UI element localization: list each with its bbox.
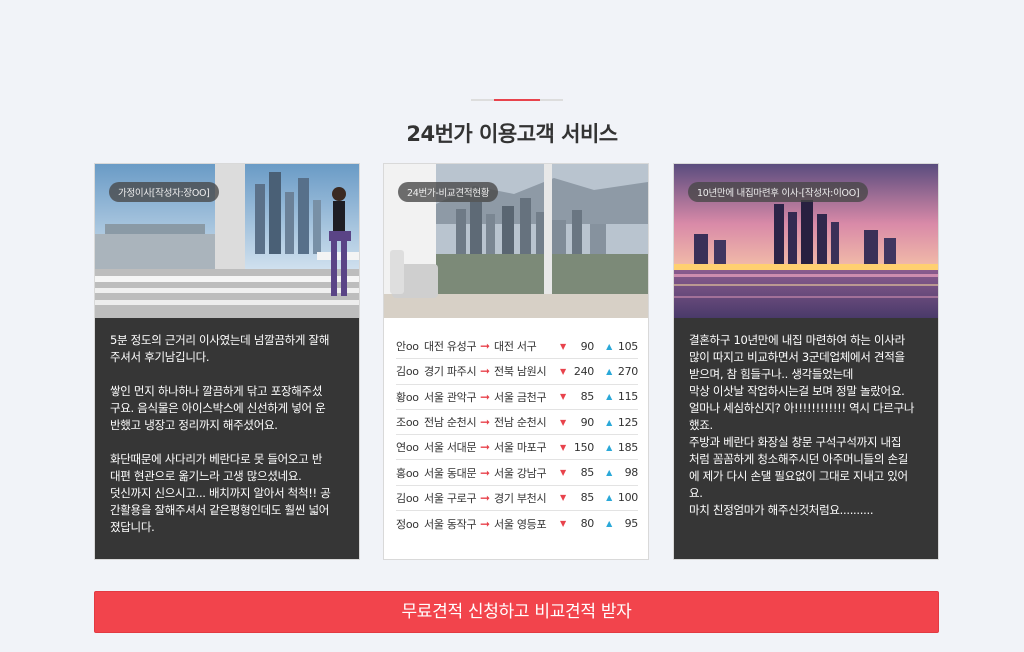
high-quote: 98 [624,466,639,480]
red-right-arrow-icon: ➞ [480,440,490,455]
high-quote: 125 [617,415,638,429]
title-divider [471,99,563,101]
red-down-triangle-icon: ▼ [560,519,566,529]
blue-up-triangle-icon: ▲ [606,341,612,351]
red-right-arrow-icon: ➞ [480,389,490,404]
from-location: 서울 관악구 [424,390,477,404]
table-row: 홍oo 서울 동대문 ➞ 서울 강남구 ▼ 85 ▲ 98 [396,460,639,486]
red-right-arrow-icon: ➞ [480,339,490,354]
table-row: 정oo 서울 동작구 ➞ 서울 영등포 ▼ 80 ▲ 95 [396,511,638,536]
low-quote: 80 [580,517,595,531]
to-location: 대전 서구 [494,340,537,354]
red-right-arrow-icon: ➞ [480,415,490,430]
card-tag: 24번가-비교견적현황 [398,182,499,202]
table-row: 황oo 서울 관악구 ➞ 서울 금천구 ▼ 85 ▲ 115 [396,385,638,410]
card-photo-2: 24번가-비교견적현황 [384,164,648,318]
free-quote-button[interactable]: 무료견적 신청하고 비교견적 받자 [94,591,939,633]
high-quote: 105 [617,339,638,353]
red-down-triangle-icon: ▼ [560,417,566,427]
from-location: 서울 동대문 [424,466,477,480]
review-card-1: 가정이사[작성자:장OO] 5분 정도의 근거리 이사였는데 넘깔끔하게 잘해 … [94,163,360,560]
customer-name: 김oo [396,491,419,505]
blue-up-triangle-icon: ▲ [606,519,612,529]
table-row: 김oo 서울 구로구 ➞ 경기 부천시 ▼ 85 ▲ 100 [396,486,638,512]
table-row: 김oo 경기 파주시 ➞ 전북 남원시 ▼ 240 ▲ 270 [396,359,638,385]
low-quote: 85 [580,390,595,404]
red-right-arrow-icon: ➞ [480,465,490,480]
to-location: 서울 금천구 [494,390,547,404]
review-text-box: 결혼하구 10년만에 내집 마련하여 하는 이사라 많이 따지고 비교하면서 3… [674,318,938,559]
review-text-box: 5분 정도의 근거리 이사였는데 넘깔끔하게 잘해 주셔서 후기남깁니다. 쌓인… [95,318,359,559]
customer-name: 황oo [396,390,419,404]
to-location: 서울 강남구 [494,466,547,480]
to-location: 전북 남원시 [494,365,547,379]
high-quote: 185 [617,440,638,454]
high-quote: 100 [617,491,638,505]
customer-name: 김oo [396,365,419,379]
red-down-triangle-icon: ▼ [560,468,566,478]
card-photo-3: 10년만에 내집마련후 이사-[작성자:이OO] [674,164,938,318]
high-quote: 115 [617,390,638,404]
from-location: 경기 파주시 [424,365,477,379]
low-quote: 240 [573,364,594,378]
comparison-table: 안oo 대전 유성구 ➞ 대전 서구 ▼ 90 ▲ 105 김oo 경기 파주시… [396,334,638,536]
blue-up-triangle-icon: ▲ [606,442,612,452]
to-location: 서울 마포구 [494,441,547,455]
red-right-arrow-icon: ➞ [480,516,490,531]
low-quote: 90 [580,415,595,429]
blue-up-triangle-icon: ▲ [606,493,612,503]
red-down-triangle-icon: ▼ [560,341,566,351]
high-quote: 270 [617,364,638,378]
from-location: 전남 순천시 [424,416,477,430]
low-quote: 85 [580,491,595,505]
from-location: 대전 유성구 [424,340,477,354]
from-location: 서울 구로구 [424,491,477,505]
to-location: 전남 순천시 [494,416,547,430]
customer-name: 홍oo [396,466,419,480]
low-quote: 150 [573,440,594,454]
red-down-triangle-icon: ▼ [560,392,566,402]
customer-name: 정oo [396,517,419,531]
blue-up-triangle-icon: ▲ [606,417,612,427]
red-right-arrow-icon: ➞ [480,490,490,505]
to-location: 경기 부천시 [494,491,547,505]
low-quote: 90 [580,339,595,353]
low-quote: 85 [580,466,595,480]
blue-up-triangle-icon: ▲ [606,392,612,402]
review-text: 5분 정도의 근거리 이사였는데 넘깔끔하게 잘해 주셔서 후기남깁니다. 쌓인… [110,333,331,534]
card-tag: 10년만에 내집마련후 이사-[작성자:이OO] [688,182,869,202]
review-text: 결혼하구 10년만에 내집 마련하여 하는 이사라 많이 따지고 비교하면서 3… [689,333,915,517]
card-photo-1: 가정이사[작성자:장OO] [95,164,359,318]
red-down-triangle-icon: ▼ [560,493,566,503]
high-quote: 95 [624,517,639,531]
table-row: 연oo 서울 서대문 ➞ 서울 마포구 ▼ 150 ▲ 185 [396,435,638,461]
customer-name: 조oo [396,416,419,430]
from-location: 서울 서대문 [424,441,477,455]
review-card-3: 10년만에 내집마련후 이사-[작성자:이OO] 결혼하구 10년만에 내집 마… [673,163,939,560]
customer-name: 연oo [396,441,419,455]
from-location: 서울 동작구 [424,517,477,531]
table-row: 조oo 전남 순천시 ➞ 전남 순천시 ▼ 90 ▲ 125 [396,410,638,436]
red-down-triangle-icon: ▼ [560,366,566,376]
comparison-card: 24번가-비교견적현황 안oo 대전 유성구 ➞ 대전 서구 ▼ 90 ▲ 10… [383,163,649,560]
red-down-triangle-icon: ▼ [560,442,566,452]
table-row: 안oo 대전 유성구 ➞ 대전 서구 ▼ 90 ▲ 105 [396,334,638,360]
red-right-arrow-icon: ➞ [480,364,490,379]
card-tag: 가정이사[작성자:장OO] [109,182,219,202]
blue-up-triangle-icon: ▲ [606,468,612,478]
customer-name: 안oo [396,340,419,354]
section-title: 24번가 이용고객 서비스 [406,122,618,146]
blue-up-triangle-icon: ▲ [606,366,612,376]
to-location: 서울 영등포 [494,517,547,531]
